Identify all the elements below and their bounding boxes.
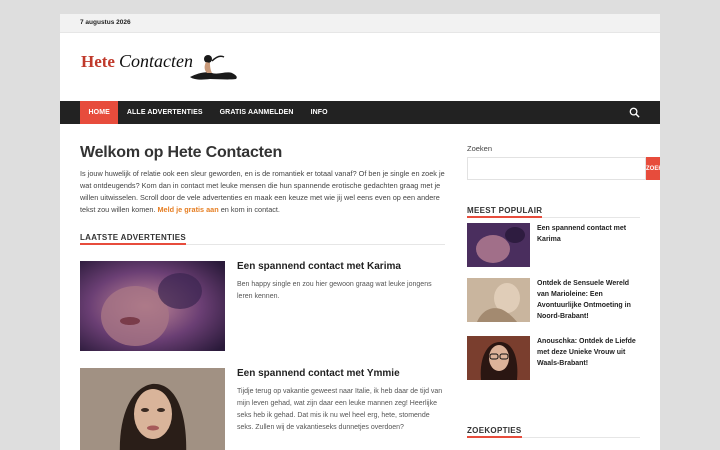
current-date: 7 augustus 2026 xyxy=(80,19,131,26)
nav-all-ads[interactable]: ALLE ADVERTENTIES xyxy=(118,101,211,124)
popular-title-link[interactable]: Een spannend contact met Karima xyxy=(537,223,643,245)
popular-thumbnail[interactable] xyxy=(467,278,530,322)
site-logo[interactable]: Hete Contacten xyxy=(80,47,240,83)
logo-word-hete: Hete xyxy=(81,52,115,71)
post-title[interactable]: Een spannend contact met Ymmie xyxy=(237,368,400,379)
main-content: Welkom op Hete Contacten Is jouw huwelij… xyxy=(80,144,445,245)
page: 7 augustus 2026 Hete Contacten HOME ALLE… xyxy=(60,14,660,450)
popular-section-header: MEEST POPULAIR xyxy=(467,200,640,218)
post-title[interactable]: Een spannend contact met Karima xyxy=(237,261,401,272)
popular-thumbnail[interactable] xyxy=(467,223,530,267)
latest-ads-section: LAATSTE ADVERTENTIES xyxy=(80,216,445,245)
popular-title-link[interactable]: Anouschka: Ontdek de Liefde met deze Uni… xyxy=(537,336,643,369)
popular-title: MEEST POPULAIR xyxy=(467,206,543,218)
main-navigation: HOME ALLE ADVERTENTIES GRATIS AANMELDEN … xyxy=(60,101,660,124)
nav-home[interactable]: HOME xyxy=(80,101,119,124)
search-icon[interactable] xyxy=(629,107,640,118)
post-thumbnail-ymmie[interactable] xyxy=(80,368,225,450)
search-button[interactable]: ZOEKEN xyxy=(646,157,660,180)
post-thumbnail-karima[interactable] xyxy=(80,261,225,351)
search-options-section: ZOEKOPTIES xyxy=(467,420,640,438)
latest-ads-title: LAATSTE ADVERTENTIES xyxy=(80,233,187,245)
post-excerpt: Ben happy single en zou hier gewoon graa… xyxy=(237,281,432,300)
popular-thumbnail[interactable] xyxy=(467,336,530,380)
nav-info[interactable]: INFO xyxy=(302,101,336,124)
page-title: Welkom op Hete Contacten xyxy=(80,144,283,161)
nav-free-signup[interactable]: GRATIS AANMELDEN xyxy=(211,101,302,124)
search-options-title: ZOEKOPTIES xyxy=(467,426,522,438)
sidebar-search: ZOEKEN xyxy=(467,157,660,180)
site-header: Hete Contacten xyxy=(60,33,660,101)
search-input[interactable] xyxy=(467,157,646,180)
logo-word-contacten: Contacten xyxy=(119,51,193,71)
intro-text: Is jouw huwelijk of relatie ook een sleu… xyxy=(80,168,445,216)
signup-link[interactable]: Meld je gratis aan xyxy=(157,205,218,214)
popular-title-link[interactable]: Ontdek de Sensuele Wereld van Marioleine… xyxy=(537,278,643,322)
post-excerpt: Tijdje terug op vakantie geweest naar It… xyxy=(237,388,443,431)
top-bar: 7 augustus 2026 xyxy=(60,14,660,33)
intro-end: en kom in contact. xyxy=(220,205,280,214)
logo-figure-icon xyxy=(190,55,237,80)
sidebar: Zoeken ZOEKEN MEEST POPULAIR xyxy=(467,144,660,218)
search-label: Zoeken xyxy=(467,144,493,153)
